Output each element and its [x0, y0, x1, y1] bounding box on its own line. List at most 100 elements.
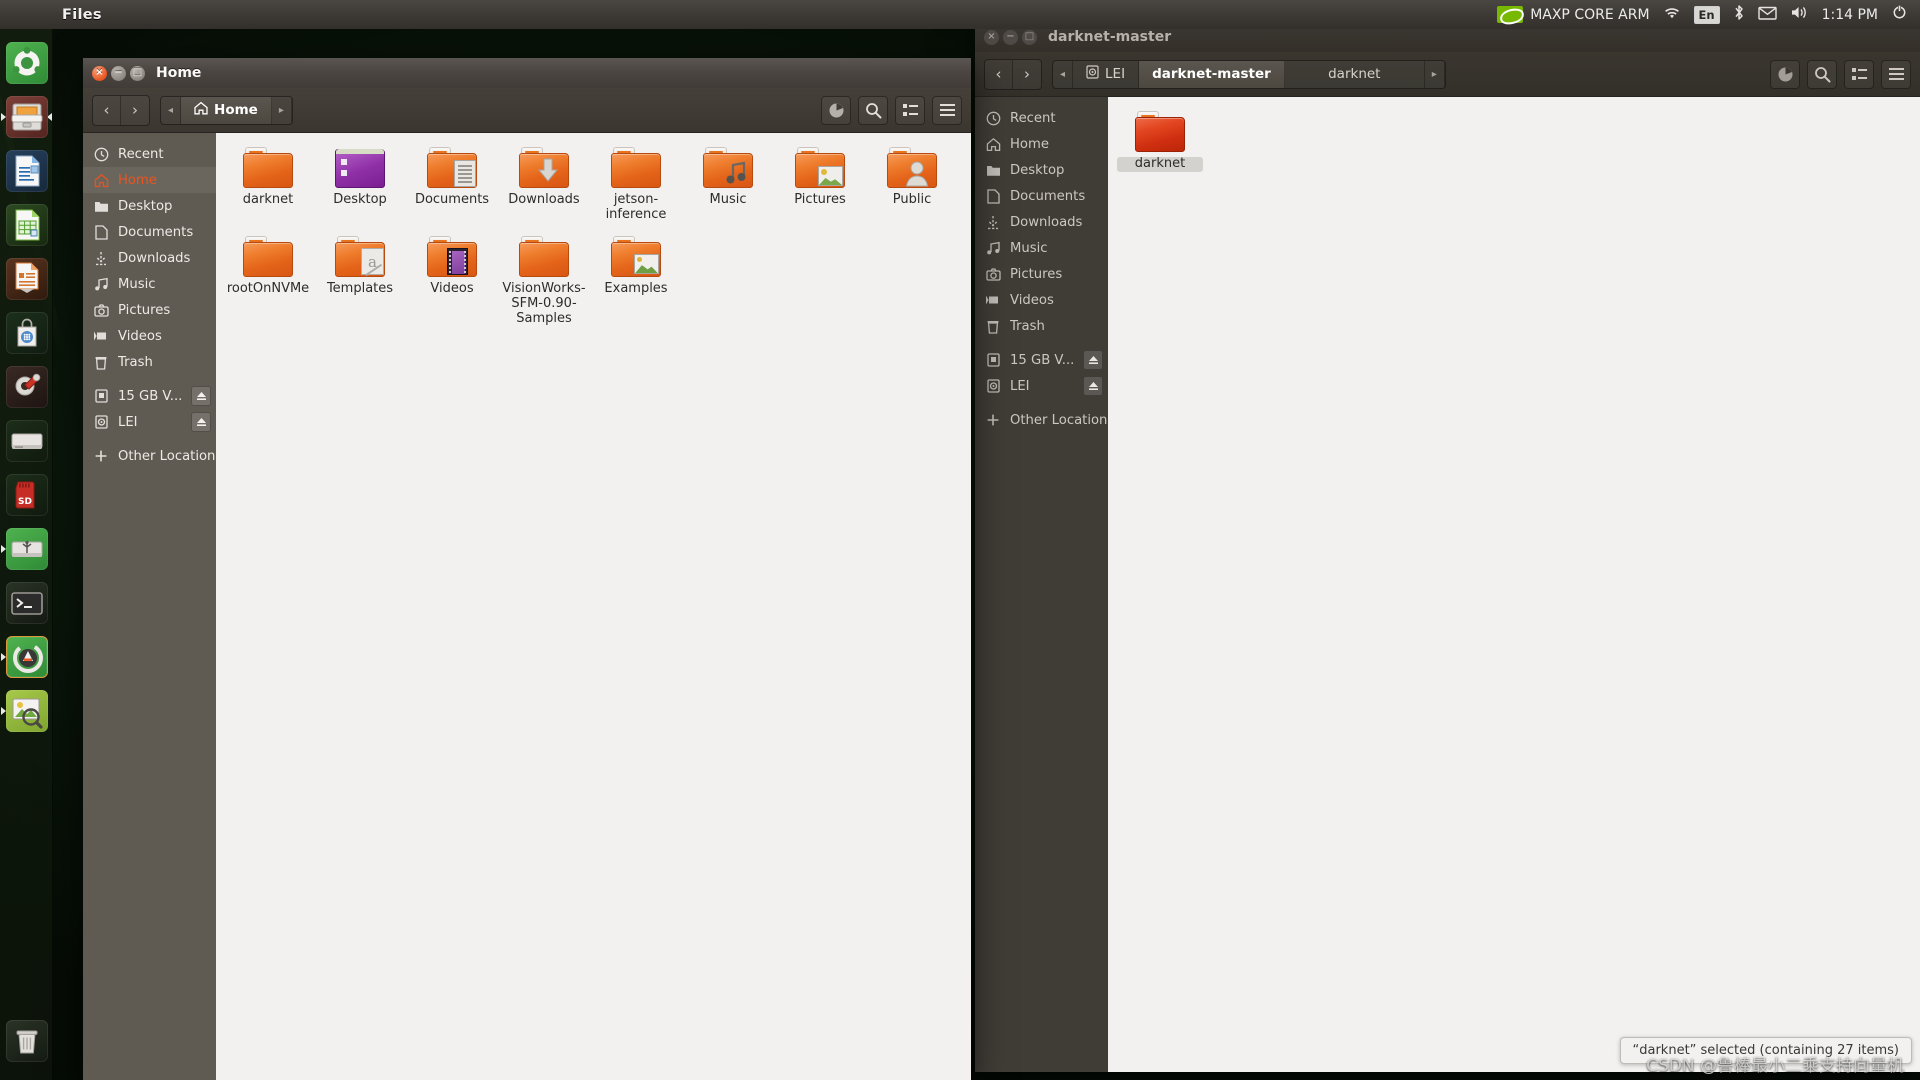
window-controls: × − □: [984, 30, 1037, 45]
launcher-item-software-updater[interactable]: [0, 630, 53, 683]
sidebar-item-recent[interactable]: Recent: [975, 105, 1108, 131]
eject-icon[interactable]: [191, 412, 211, 432]
close-button[interactable]: ×: [984, 30, 999, 45]
sidebar-item-pictures[interactable]: Pictures: [975, 261, 1108, 287]
file-view-home[interactable]: darknet Desktop: [216, 133, 971, 1080]
volume-icon[interactable]: [1790, 5, 1809, 24]
file-item-pictures[interactable]: Pictures: [774, 147, 866, 222]
file-item-darknet[interactable]: darknet: [222, 147, 314, 222]
progress-pie-icon[interactable]: [1770, 60, 1800, 89]
maximize-button[interactable]: □: [130, 66, 145, 81]
file-item-public[interactable]: Public: [866, 147, 958, 222]
panel-app-name[interactable]: Files: [62, 7, 102, 23]
sidebar-item-pictures[interactable]: Pictures: [83, 297, 216, 323]
sidebar-item-videos[interactable]: Videos: [975, 287, 1108, 313]
launcher-item-trash[interactable]: [0, 1014, 53, 1067]
file-item-music[interactable]: Music: [682, 147, 774, 222]
launcher-item-sd-card[interactable]: SD: [0, 468, 53, 521]
eject-icon[interactable]: [1083, 350, 1103, 370]
hamburger-menu-icon[interactable]: [932, 96, 962, 125]
sidebar-drive-15gb[interactable]: 15 GB V...: [83, 383, 216, 409]
libreoffice-writer-icon: [6, 150, 48, 192]
view-list-icon[interactable]: [895, 96, 925, 125]
progress-pie-icon[interactable]: [821, 96, 851, 125]
sidebar-item-desktop[interactable]: Desktop: [83, 193, 216, 219]
eject-icon[interactable]: [1083, 376, 1103, 396]
hamburger-menu-icon[interactable]: [1881, 60, 1911, 89]
keyboard-layout-indicator[interactable]: En: [1694, 6, 1720, 24]
launcher-item-files[interactable]: [0, 90, 53, 143]
bluetooth-icon[interactable]: [1733, 4, 1745, 25]
sidebar-item-downloads[interactable]: Downloads: [83, 245, 216, 271]
breadcrumb: ◂ LEI darknet-master darknet ▸: [1052, 60, 1446, 89]
camera-icon: [982, 268, 1004, 281]
launcher-item-ubuntu-dash[interactable]: [0, 36, 53, 89]
launcher-item-disk-drive[interactable]: [0, 414, 53, 467]
launcher-item-image-viewer[interactable]: [0, 684, 53, 737]
tray-gpu-indicator[interactable]: MAXP CORE ARM: [1497, 6, 1649, 23]
sidebar-item-music[interactable]: Music: [975, 235, 1108, 261]
maximize-button[interactable]: □: [1022, 30, 1037, 45]
sidebar-item-downloads[interactable]: Downloads: [975, 209, 1108, 235]
wifi-icon[interactable]: [1663, 6, 1681, 24]
sidebar-drive-lei[interactable]: LEI: [83, 409, 216, 435]
sidebar-item-desktop[interactable]: Desktop: [975, 157, 1108, 183]
launcher-item-system-settings[interactable]: [0, 360, 53, 413]
window-darknet-master[interactable]: × − □ darknet-master ‹ › ◂ LEI darknet-m…: [975, 22, 1920, 1072]
back-button[interactable]: ‹: [93, 96, 121, 125]
search-icon[interactable]: [858, 96, 888, 125]
breadcrumb-item-home[interactable]: Home: [181, 96, 272, 125]
launcher-item-libreoffice-writer[interactable]: [0, 144, 53, 197]
sidebar-item-other-locations[interactable]: Other Locations: [975, 407, 1108, 433]
sidebar-item-documents[interactable]: Documents: [83, 219, 216, 245]
file-item-examples[interactable]: Examples: [590, 236, 682, 326]
breadcrumb-item-lei[interactable]: LEI: [1073, 60, 1139, 89]
sidebar-item-home[interactable]: Home: [83, 167, 216, 193]
breadcrumb-scroll-left[interactable]: ◂: [1053, 60, 1073, 89]
minimize-button[interactable]: −: [1003, 30, 1018, 45]
breadcrumb-scroll-left[interactable]: ◂: [161, 96, 181, 125]
file-item-rootonnvme[interactable]: rootOnNVMe: [222, 236, 314, 326]
file-item-videos[interactable]: Videos: [406, 236, 498, 326]
file-view-darknet[interactable]: darknet “darknet” selected (containing 2…: [1108, 97, 1920, 1072]
forward-button[interactable]: ›: [1013, 60, 1041, 89]
sidebar-drive-lei[interactable]: LEI: [975, 373, 1108, 399]
file-item-jetson-inference[interactable]: jetson-inference: [590, 147, 682, 222]
breadcrumb-item-darknet[interactable]: darknet: [1285, 60, 1425, 89]
tray-clock[interactable]: 1:14 PM: [1822, 7, 1878, 23]
file-item-desktop[interactable]: Desktop: [314, 147, 406, 222]
mail-icon[interactable]: [1758, 6, 1777, 24]
sidebar-item-documents[interactable]: Documents: [975, 183, 1108, 209]
launcher-item-ubuntu-software[interactable]: [0, 306, 53, 359]
forward-button[interactable]: ›: [121, 96, 149, 125]
breadcrumb-scroll-right[interactable]: ▸: [272, 96, 292, 125]
launcher-item-usb-drive[interactable]: [0, 522, 53, 575]
file-item-documents[interactable]: Documents: [406, 147, 498, 222]
sidebar-item-other-locations[interactable]: Other Locations: [83, 443, 216, 469]
sidebar-item-trash[interactable]: Trash: [83, 349, 216, 375]
breadcrumb-item-darknet-master[interactable]: darknet-master: [1139, 60, 1285, 89]
sidebar-item-videos[interactable]: Videos: [83, 323, 216, 349]
file-item-visionworks-samples[interactable]: VisionWorks-SFM-0.90-Samples: [498, 236, 590, 326]
launcher-item-libreoffice-impress[interactable]: [0, 252, 53, 305]
sidebar-item-trash[interactable]: Trash: [975, 313, 1108, 339]
sidebar-drive-15gb[interactable]: 15 GB V...: [975, 347, 1108, 373]
power-gear-icon[interactable]: [1891, 4, 1908, 25]
sidebar-item-recent[interactable]: Recent: [83, 141, 216, 167]
search-icon[interactable]: [1807, 60, 1837, 89]
titlebar-home[interactable]: × − □ Home: [83, 58, 971, 88]
minimize-button[interactable]: −: [111, 66, 126, 81]
view-list-icon[interactable]: [1844, 60, 1874, 89]
launcher-item-libreoffice-calc[interactable]: [0, 198, 53, 251]
sidebar-item-music[interactable]: Music: [83, 271, 216, 297]
sidebar-item-home[interactable]: Home: [975, 131, 1108, 157]
file-item-darknet[interactable]: darknet: [1114, 111, 1206, 172]
eject-icon[interactable]: [191, 386, 211, 406]
close-button[interactable]: ×: [92, 66, 107, 81]
back-button[interactable]: ‹: [985, 60, 1013, 89]
breadcrumb-scroll-right[interactable]: ▸: [1425, 60, 1445, 89]
launcher-item-terminal[interactable]: [0, 576, 53, 629]
window-home[interactable]: × − □ Home ‹ › ◂ Home ▸: [83, 58, 971, 1080]
file-item-downloads[interactable]: Downloads: [498, 147, 590, 222]
file-item-templates[interactable]: a Templates: [314, 236, 406, 326]
